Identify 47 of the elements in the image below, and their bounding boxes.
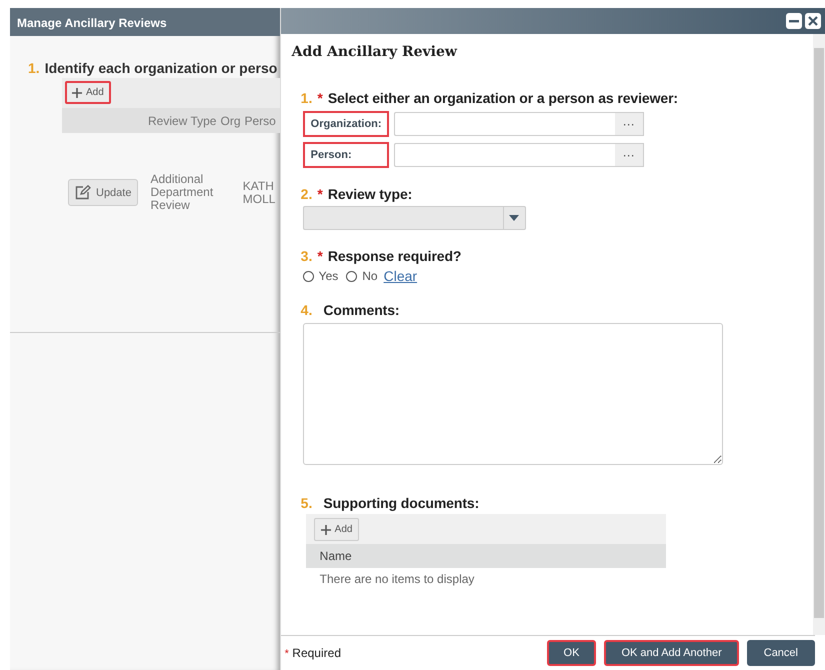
question-label: Comments: xyxy=(323,302,400,318)
question-label: Response required? xyxy=(328,248,462,264)
close-button[interactable] xyxy=(805,13,821,29)
edit-icon xyxy=(75,185,91,200)
step-number: 1. xyxy=(28,60,40,76)
dialog-button[interactable]: OK and Add Another xyxy=(604,640,739,666)
required-mark: * xyxy=(317,248,323,264)
add-button[interactable]: Add xyxy=(314,518,360,541)
empty-message: There are no items to display xyxy=(318,571,476,588)
window-title: Manage Ancillary Reviews xyxy=(10,8,280,36)
dialog-button[interactable]: Cancel xyxy=(746,640,815,666)
question-label: Review type: xyxy=(328,186,412,202)
question-label: Select either an organization or a person as reviewer: xyxy=(328,90,678,106)
question-number: 4. xyxy=(300,302,312,318)
plus-icon xyxy=(72,88,82,98)
dialog-title: Add Ancillary Review xyxy=(292,44,458,60)
column-header: Review Type xyxy=(148,114,216,128)
minimize-button[interactable] xyxy=(786,13,802,29)
review-type-dropdown[interactable] xyxy=(302,206,526,230)
column-header: Org xyxy=(220,114,240,128)
dropdown-arrow-icon xyxy=(509,215,520,221)
question-label: Supporting documents: xyxy=(323,495,480,511)
required-note: Required xyxy=(292,646,341,660)
required-mark: * xyxy=(284,648,289,660)
question-number: 2. xyxy=(300,186,312,202)
comments-field[interactable] xyxy=(302,323,723,465)
field-label: Person: xyxy=(302,142,389,168)
column-header: Perso xyxy=(244,114,276,128)
required-mark: * xyxy=(317,90,323,106)
question-number: 5. xyxy=(300,495,312,511)
radio-option[interactable]: Yes xyxy=(302,269,338,283)
update-button[interactable]: Update xyxy=(68,179,138,206)
add-button[interactable]: Add xyxy=(65,81,111,104)
close-icon xyxy=(807,15,819,27)
radio-option[interactable]: No xyxy=(346,269,378,283)
column-header: Name xyxy=(320,549,352,563)
question-number: 1. xyxy=(300,90,312,106)
question-number: 3. xyxy=(300,248,312,264)
clear-link[interactable]: Clear xyxy=(384,268,418,284)
dialog-button[interactable]: OK xyxy=(546,640,596,666)
plus-icon xyxy=(320,524,331,534)
scrollbar[interactable] xyxy=(813,34,825,635)
field-label: Organization: xyxy=(302,111,389,137)
required-mark: * xyxy=(317,186,323,202)
table-cell: Additional Department Review xyxy=(150,172,214,212)
step-label: Identify each organization or perso xyxy=(44,60,278,76)
table-cell: KATH MOLL xyxy=(242,178,276,206)
